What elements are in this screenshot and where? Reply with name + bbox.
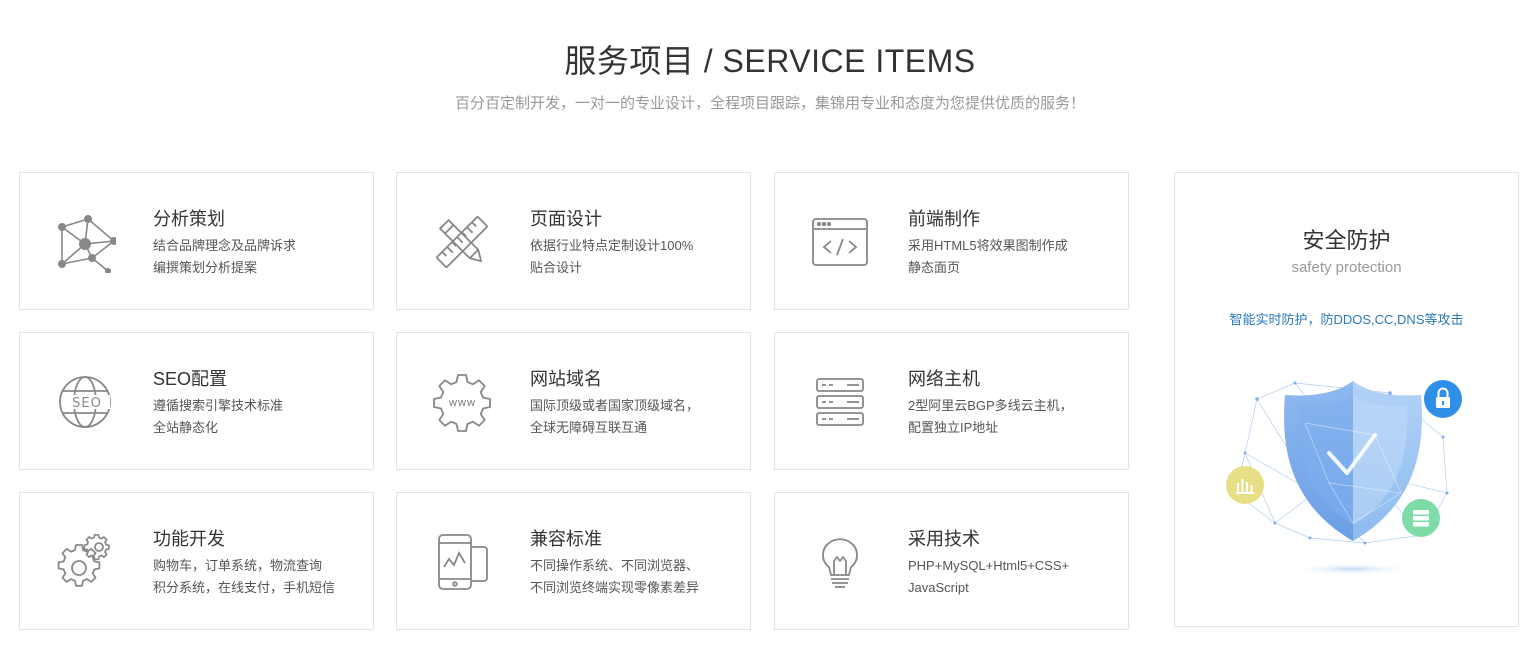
service-title: 网络主机 xyxy=(908,369,980,389)
service-title: SEO配置 xyxy=(153,369,228,389)
service-description: 结合品牌理念及品牌诉求 编撰策划分析提案 xyxy=(153,238,297,275)
devices-icon xyxy=(431,531,493,593)
service-title: 网站域名 xyxy=(530,369,602,389)
service-card-frontend[interactable]: 前端制作 采用HTML5将效果图制作成 静态面页 xyxy=(774,172,1129,310)
service-card-domain[interactable]: www 网站域名 国际顶级或者国家顶级域名， 全球无障碍互联互通 xyxy=(396,332,751,470)
service-description: 国际顶级或者国家顶级域名， 全球无障碍互联互通 xyxy=(530,398,700,435)
service-card-design[interactable]: 页面设计 依据行业特点定制设计100% 贴合设计 xyxy=(396,172,751,310)
service-description: 2型阿里云BGP多线云主机， 配置独立IP地址 xyxy=(908,398,1073,435)
section-subtitle: 百分百定制开发，一对一的专业设计，全程项目跟踪，集锦用专业和态度为您提供优质的服… xyxy=(454,95,1085,112)
service-card-compatibility[interactable]: 兼容标准 不同操作系统、不同浏览器、 不同浏览终端实现零像素差异 xyxy=(396,492,751,630)
chart-icon xyxy=(1226,466,1264,504)
service-card-features[interactable]: 功能开发 购物车，订单系统，物流查询 积分系统，在线支付，手机短信 xyxy=(19,492,374,630)
svg-text:www: www xyxy=(449,396,476,409)
service-description: 依据行业特点定制设计100% 贴合设计 xyxy=(530,238,694,275)
server-icon xyxy=(1402,499,1440,537)
server-rack-icon xyxy=(809,371,871,433)
seo-globe-icon: SEO xyxy=(54,371,116,433)
security-illustration xyxy=(1225,373,1475,583)
svg-text:SEO: SEO xyxy=(72,396,102,411)
security-subtitle: safety protection xyxy=(1291,259,1402,276)
service-items-section: 服务项目 / SERVICE ITEMS 百分百定制开发，一对一的专业设计，全程… xyxy=(0,0,1540,650)
security-title: 安全防护 xyxy=(1302,228,1391,253)
service-card-hosting[interactable]: 网络主机 2型阿里云BGP多线云主机， 配置独立IP地址 xyxy=(774,332,1129,470)
service-title: 采用技术 xyxy=(908,529,980,549)
pencil-ruler-icon xyxy=(431,211,493,273)
service-description: 采用HTML5将效果图制作成 静态面页 xyxy=(908,238,1068,275)
section-title: 服务项目 / SERVICE ITEMS xyxy=(564,43,976,79)
service-title: 页面设计 xyxy=(530,209,602,229)
gears-icon xyxy=(54,531,116,593)
lightbulb-icon xyxy=(809,531,871,593)
service-description: 不同操作系统、不同浏览器、 不同浏览终端实现零像素差异 xyxy=(530,558,700,595)
service-card-technology[interactable]: 采用技术 PHP+MySQL+Html5+CSS+ JavaScript xyxy=(774,492,1129,630)
lock-icon xyxy=(1424,380,1462,418)
service-title: 兼容标准 xyxy=(530,529,602,549)
code-window-icon xyxy=(809,211,871,273)
security-description: 智能实时防护，防DDOS,CC,DNS等攻击 xyxy=(1229,312,1464,327)
service-card-analysis[interactable]: 分析策划 结合品牌理念及品牌诉求 编撰策划分析提案 xyxy=(19,172,374,310)
service-title: 前端制作 xyxy=(908,209,980,229)
service-card-seo[interactable]: SEO SEO配置 遵循搜索引擎技术标准 全站静态化 xyxy=(19,332,374,470)
service-description: 遵循搜索引擎技术标准 全站静态化 xyxy=(153,398,284,435)
service-title: 功能开发 xyxy=(153,529,225,549)
network-nodes-icon xyxy=(54,211,116,273)
service-title: 分析策划 xyxy=(153,209,225,229)
www-gear-icon: www xyxy=(431,371,493,433)
service-description: PHP+MySQL+Html5+CSS+ JavaScript xyxy=(908,558,1070,595)
security-panel[interactable]: 安全防护 safety protection 智能实时防护，防DDOS,CC,D… xyxy=(1174,172,1519,627)
shield-check-icon xyxy=(1284,381,1422,541)
service-description: 购物车，订单系统，物流查询 积分系统，在线支付，手机短信 xyxy=(153,558,336,595)
